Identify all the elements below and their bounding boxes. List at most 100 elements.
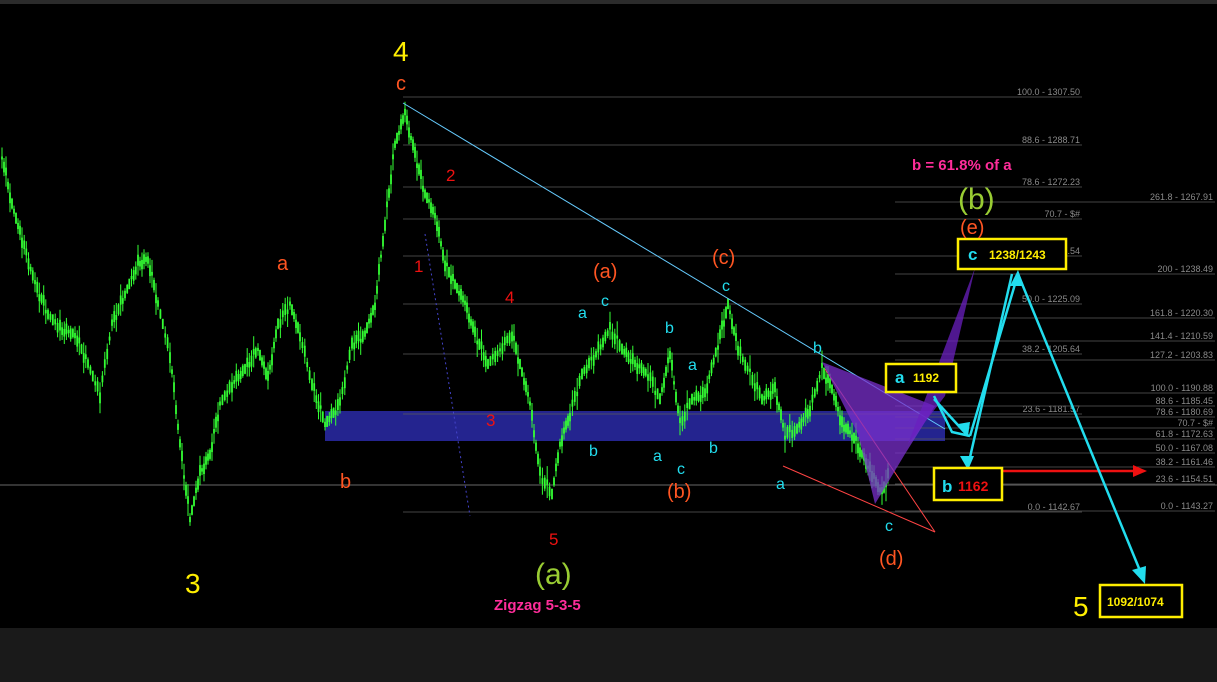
candle-body (464, 300, 466, 305)
candle-body (693, 397, 696, 401)
candle-body (609, 322, 611, 330)
candle-body (606, 330, 609, 336)
candle-body (525, 381, 527, 393)
candle-body (506, 335, 509, 344)
candle-body (374, 302, 376, 310)
candle-body (366, 322, 368, 334)
candle-body (103, 359, 106, 368)
candle-body (517, 357, 519, 364)
wave-label-red-2: 2 (446, 166, 455, 185)
candle-body (201, 468, 203, 472)
candle-body (741, 356, 744, 363)
box-b-letter: b (942, 477, 952, 496)
candle-body (796, 424, 798, 434)
wave-label-red-4: 4 (505, 288, 514, 307)
fib-right-label: 0.0 - 1143.27 (1161, 501, 1213, 511)
candle-body (513, 335, 515, 341)
candle-body (804, 407, 807, 418)
candle-body (301, 342, 304, 348)
candle-body (406, 115, 408, 125)
candle-body (791, 429, 794, 438)
candle-body (13, 208, 15, 214)
candle-body (602, 337, 604, 348)
candle-body (21, 237, 23, 248)
wave-label-cyan-b4: b (813, 340, 822, 357)
candle-body (597, 341, 600, 353)
candle-body (101, 375, 104, 383)
candle-body (237, 374, 240, 382)
candle-body (65, 323, 68, 335)
candle-body (76, 335, 79, 347)
candle-body (126, 285, 129, 293)
candle-body (422, 185, 424, 192)
wave-label-cyan-b1: b (589, 443, 598, 460)
fib-right-label: 200 - 1238.49 (1157, 264, 1213, 274)
ratio-annotation: b = 61.8% of a (912, 157, 1012, 174)
candle-body (124, 290, 126, 299)
candle-body (710, 362, 713, 374)
candle-body (416, 163, 418, 168)
candle-body (181, 450, 183, 462)
candle-body (311, 379, 313, 390)
candle-body (800, 418, 803, 430)
candle-body (31, 270, 34, 281)
candle-body (143, 254, 145, 264)
wave-label-cyan-a4: a (776, 476, 785, 493)
candle-body (263, 361, 265, 369)
candle-body (555, 463, 557, 472)
candle-body (171, 369, 173, 374)
candle-body (778, 403, 780, 411)
fib-right-label: 127.2 - 1203.83 (1150, 350, 1213, 360)
candle-body (275, 329, 277, 339)
candle-body (474, 326, 476, 337)
candle-body (217, 414, 219, 422)
candle-body (763, 395, 766, 401)
candle-body (89, 366, 92, 374)
candle-body (410, 136, 412, 141)
candle-body (119, 295, 122, 305)
candle-body (729, 310, 731, 315)
candle-body (239, 371, 242, 379)
fib-right-label: 100.0 - 1190.88 (1151, 383, 1213, 393)
candle-body (559, 441, 561, 447)
candle-body (378, 264, 380, 275)
candle-body (353, 342, 356, 350)
candle-body (137, 254, 139, 266)
candle-body (59, 319, 61, 331)
candle-body (519, 358, 521, 370)
candle-body (460, 288, 462, 300)
candle-body (246, 357, 249, 367)
candle-body (721, 320, 723, 330)
candle-body (424, 189, 426, 198)
candle-body (74, 333, 76, 339)
candle-body (533, 430, 535, 438)
candle-body (802, 416, 805, 423)
fib-right-label: 23.6 - 1154.51 (1156, 474, 1213, 484)
candle-body (529, 401, 531, 406)
candle-body (271, 354, 273, 366)
candle-body (420, 169, 422, 179)
candle-body (480, 341, 483, 349)
candle-body (691, 393, 693, 405)
candle-body (649, 372, 652, 382)
candle-body (746, 365, 749, 372)
candle-body (412, 139, 414, 151)
candle-body (207, 453, 209, 461)
candle-body (372, 305, 374, 315)
candle-body (557, 452, 559, 463)
candle-body (63, 328, 66, 337)
candle-body (841, 416, 843, 428)
candle-body (428, 199, 430, 203)
candle-body (376, 285, 378, 294)
candle-body (23, 240, 26, 249)
candle-body (793, 426, 796, 437)
candle-body (786, 426, 789, 438)
box-c-value: 1238/1243 (989, 248, 1046, 262)
wave-label-paren-b: (b) (667, 481, 691, 503)
candle-body (634, 359, 636, 367)
candle-body (546, 479, 549, 485)
candle-body (588, 357, 590, 369)
candle-body (739, 346, 742, 356)
candle-body (205, 456, 207, 465)
wave-label-red-5: 5 (549, 530, 558, 549)
